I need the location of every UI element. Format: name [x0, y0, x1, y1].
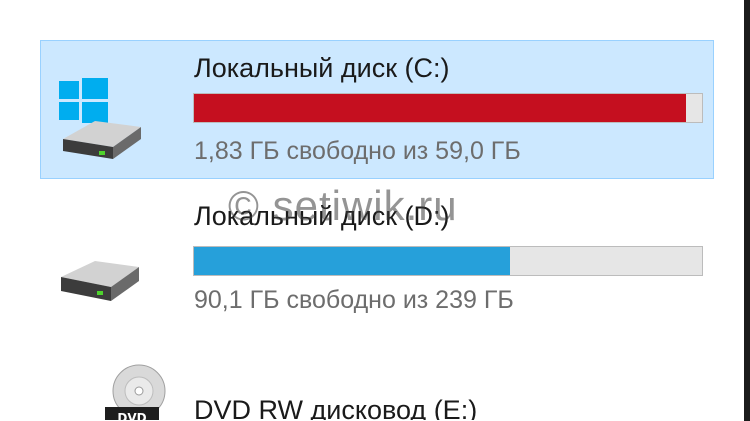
free-space-text: 90,1 ГБ свободно из 239 ГБ	[194, 286, 514, 314]
free-space-text: 1,83 ГБ свободно из 59,0 ГБ	[194, 137, 521, 165]
usage-bar-fill	[194, 247, 511, 275]
usage-bar	[193, 93, 703, 123]
usage-bar	[193, 246, 703, 276]
drive-item-c[interactable]: Локальный диск (C:) 1,83 ГБ свободно из …	[40, 40, 714, 179]
dvd-icon-label: DVD	[117, 411, 146, 421]
window-edge	[744, 0, 750, 421]
windows-logo-icon	[59, 78, 108, 123]
dvd-drive-icon: DVD	[105, 364, 166, 421]
watermark: © setiwik.ru	[228, 182, 458, 229]
windows-system-drive-icon	[59, 78, 141, 159]
hard-drive-icon	[61, 261, 139, 301]
drive-name: Локальный диск (C:)	[194, 53, 450, 83]
drive-item-e[interactable]: DVD DVD RW дисковод (E:)	[40, 360, 714, 421]
drive-name: DVD RW дисковод (E:)	[194, 395, 478, 421]
usage-bar-fill	[194, 94, 687, 122]
